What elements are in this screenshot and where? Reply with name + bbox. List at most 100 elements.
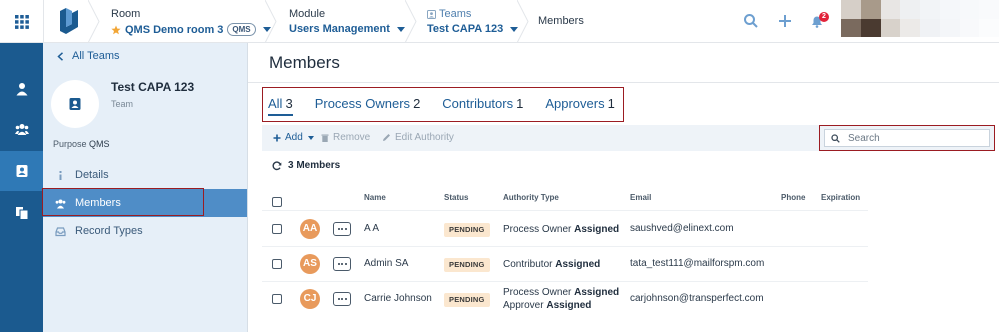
member-count-label: 3 Members (288, 160, 341, 171)
info-icon (59, 170, 62, 180)
search-input[interactable] (848, 132, 978, 144)
tab-all[interactable]: All 3 (268, 96, 293, 116)
refresh-icon[interactable] (272, 160, 282, 171)
column-header-phone[interactable]: Phone (781, 193, 805, 202)
team-sidebar: All Teams Test CAPA 123 Team Purpose QMS… (43, 43, 248, 332)
divider (43, 0, 44, 43)
team-name-crumb: Test CAPA 123 (427, 23, 504, 35)
edit-authority-button[interactable]: Edit Authority (382, 132, 454, 143)
page-title: Members (269, 53, 340, 72)
row-checkbox[interactable] (272, 224, 282, 234)
rail-documents[interactable] (0, 193, 43, 233)
edit-authority-label: Edit Authority (395, 132, 454, 143)
column-header-status[interactable]: Status (444, 193, 468, 202)
trash-icon (321, 134, 329, 142)
remove-label: Remove (333, 132, 371, 143)
tab-contributors[interactable]: Contributors 1 (442, 96, 523, 111)
status-badge: PENDING (444, 223, 490, 237)
column-header-expiration[interactable]: Expiration (821, 193, 860, 202)
back-link-label: All Teams (72, 50, 120, 62)
row-actions-button[interactable] (333, 292, 351, 306)
avatar: CJ (300, 289, 320, 309)
pencil-icon (383, 134, 390, 141)
divider (262, 246, 868, 247)
app-grid-icon[interactable] (0, 0, 43, 43)
room-selector[interactable]: QMS Demo room 3 QMS (111, 23, 271, 36)
documents-icon (15, 207, 28, 220)
current-page-crumb: Members (538, 15, 584, 27)
sidebar-item-record-types[interactable]: Record Types (43, 217, 247, 245)
room-name: QMS Demo room 3 (125, 23, 224, 36)
authority-type: Contributor Assigned (503, 259, 601, 270)
notification-badge: 2 (819, 12, 829, 22)
breadcrumb-separator (517, 0, 529, 43)
member-name: Carrie Johnson (364, 293, 432, 304)
remove-button[interactable]: Remove (321, 132, 370, 143)
chevron-down-icon (396, 26, 405, 32)
authority-type: Process Owner Assigned Approver Assigned (503, 287, 620, 311)
add-button[interactable]: Add (273, 132, 314, 143)
column-header-authority-type[interactable]: Authority Type (503, 193, 559, 202)
rail-team-card[interactable] (0, 151, 43, 191)
sidebar-item-label: Details (75, 169, 109, 181)
users-icon (14, 124, 29, 135)
app-logo (60, 8, 78, 34)
team-purpose: Purpose QMS (53, 139, 110, 149)
rail-users[interactable] (0, 109, 43, 149)
contact-card-icon (16, 165, 27, 177)
row-actions-button[interactable] (333, 257, 351, 271)
member-tabs: All 3 Process Owners 2 Contributors 1 Appro… (268, 96, 615, 116)
purpose-label: Purpose (53, 139, 87, 149)
team-icon (427, 9, 436, 19)
sidebar-item-members[interactable]: Members (43, 189, 247, 217)
breadcrumb-separator (405, 0, 417, 43)
search-field[interactable] (824, 129, 990, 147)
member-email: carjohnson@transperfect.com (630, 293, 764, 304)
user-avatar[interactable] (841, 0, 999, 37)
status-badge: PENDING (444, 293, 490, 307)
purpose-value: QMS (89, 139, 110, 149)
chevron-left-icon (57, 51, 64, 61)
column-header-email[interactable]: Email (630, 193, 651, 202)
member-email: tata_test111@mailforspm.com (630, 258, 765, 269)
sidebar-item-details[interactable]: Details (43, 161, 247, 189)
breadcrumb-separator (265, 0, 277, 43)
plus-icon (273, 134, 281, 141)
add-label: Add (285, 132, 303, 143)
breadcrumb-room[interactable]: Room QMS Demo room 3 QMS (111, 0, 271, 43)
add-icon[interactable] (777, 13, 793, 29)
divider (262, 210, 868, 211)
row-checkbox[interactable] (272, 259, 282, 269)
search-icon[interactable] (743, 13, 759, 29)
team-avatar (51, 80, 99, 128)
avatar: AS (300, 254, 320, 274)
teams-title: Teams (427, 8, 471, 20)
breadcrumb-module[interactable]: Module Users Management (289, 0, 409, 43)
inbox-icon (55, 226, 66, 236)
team-type: Team (111, 99, 134, 109)
row-checkbox[interactable] (272, 294, 282, 304)
room-type-badge: QMS (227, 23, 256, 36)
tab-process-owners[interactable]: Process Owners 2 (315, 96, 421, 111)
module-rail (0, 43, 43, 332)
select-all-checkbox[interactable] (272, 197, 282, 207)
column-header-name[interactable]: Name (364, 193, 386, 202)
team-selector[interactable]: Test CAPA 123 (427, 23, 519, 35)
chevron-down-icon (307, 135, 314, 140)
star-icon (111, 25, 121, 34)
user-icon (16, 83, 27, 96)
contact-card-icon (69, 98, 81, 110)
breadcrumb-separator (88, 0, 100, 43)
row-actions-button[interactable] (333, 222, 351, 236)
team-name: Test CAPA 123 (111, 80, 195, 94)
module-selector[interactable]: Users Management (289, 23, 405, 35)
member-name: A A (364, 223, 380, 234)
status-badge: PENDING (444, 258, 490, 272)
breadcrumb-teams[interactable]: Teams Test CAPA 123 (427, 0, 527, 43)
users-icon (55, 199, 66, 208)
top-bar: Room QMS Demo room 3 QMS Module Users Ma… (0, 0, 999, 43)
rail-user[interactable] (0, 69, 43, 109)
back-to-all-teams[interactable]: All Teams (57, 50, 119, 62)
tab-approvers[interactable]: Approvers 1 (545, 96, 614, 111)
sidebar-item-label: Record Types (75, 225, 143, 237)
